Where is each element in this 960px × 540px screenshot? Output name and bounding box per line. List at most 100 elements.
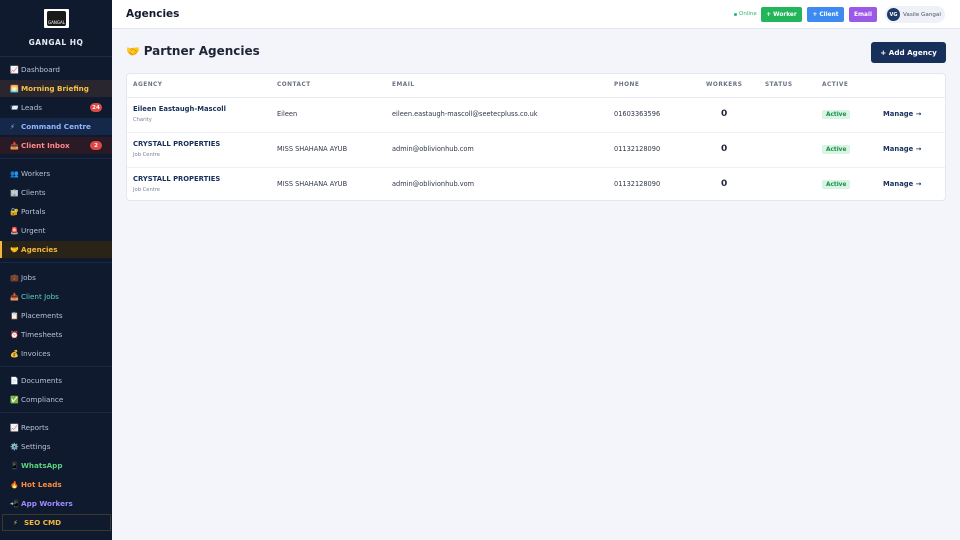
- column-header-workers: WORKERS: [706, 82, 743, 88]
- sidebar-item-documents[interactable]: 📄 Documents: [0, 372, 112, 389]
- sidebar-item-portals[interactable]: 🔐 Portals: [0, 203, 112, 220]
- sidebar-item-jobs[interactable]: 💼 Jobs: [0, 269, 112, 286]
- sidebar-item-label: Timesheets: [21, 330, 63, 339]
- sunrise-icon: 🌅: [10, 84, 19, 93]
- brand-name: GANGAL HQ: [28, 38, 84, 47]
- add-client-button[interactable]: + Client: [807, 7, 844, 22]
- sidebar-item-label: Portals: [21, 207, 46, 216]
- sidebar-item-workers[interactable]: 👥 Workers: [0, 165, 112, 182]
- manage-link[interactable]: Manage →: [883, 145, 921, 153]
- phone-icon: 📱: [10, 461, 19, 470]
- table-row: CRYSTALL PROPERTIES Job Centre MISS SHAH…: [127, 133, 945, 168]
- workers-count: 0: [721, 144, 728, 154]
- sidebar-item-label: Morning Briefing: [21, 84, 89, 93]
- page-title: Agencies: [126, 8, 180, 20]
- sidebar-item-label: Documents: [21, 376, 62, 385]
- agency-name[interactable]: CRYSTALL PROPERTIES: [133, 140, 220, 148]
- sidebar-item-label: Leads: [21, 103, 43, 112]
- manage-link[interactable]: Manage →: [883, 180, 921, 188]
- inbox-count-badge: 2: [90, 141, 102, 150]
- sidebar-item-seo-cmd[interactable]: ⚡ SEO CMD: [2, 514, 111, 531]
- sidebar-item-label: Workers: [21, 169, 51, 178]
- fire-icon: 🔥: [10, 480, 19, 489]
- document-icon: 📄: [10, 376, 19, 385]
- section-title: 🤝 Partner Agencies: [126, 44, 260, 58]
- sidebar-item-invoices[interactable]: 💰 Invoices: [0, 345, 112, 362]
- section-title-text: Partner Agencies: [143, 44, 260, 58]
- inbox-icon: 📥: [10, 292, 19, 301]
- status-label: Online: [739, 11, 757, 17]
- column-header-email: EMAIL: [392, 82, 415, 88]
- sidebar-item-label: Urgent: [21, 226, 46, 235]
- envelope-icon: 📨: [10, 103, 19, 112]
- lightning-icon: ⚡: [10, 122, 15, 131]
- sidebar-item-label: Settings: [21, 442, 51, 451]
- sidebar-item-placements[interactable]: 📋 Placements: [0, 307, 112, 324]
- sidebar-item-whatsapp[interactable]: 📱 WhatsApp: [0, 457, 112, 474]
- sidebar-item-urgent[interactable]: 🚨 Urgent: [0, 222, 112, 239]
- manage-link[interactable]: Manage →: [883, 110, 921, 118]
- logo-text: GANGAL: [48, 20, 65, 25]
- agency-type: Job Centre: [133, 187, 160, 193]
- sidebar-item-label: WhatsApp: [21, 461, 63, 470]
- sidebar-item-client-jobs[interactable]: 📥 Client Jobs: [0, 288, 112, 305]
- siren-icon: 🚨: [10, 226, 19, 235]
- sidebar-item-label: Dashboard: [21, 65, 60, 74]
- column-header-contact: CONTACT: [277, 82, 311, 88]
- sidebar-item-label: Command Centre: [21, 122, 91, 131]
- column-header-agency: AGENCY: [133, 82, 163, 88]
- sidebar-item-command-centre[interactable]: ⚡ Command Centre: [0, 118, 112, 135]
- sidebar-item-clients[interactable]: 🏢 Clients: [0, 184, 112, 201]
- sidebar-item-app-workers[interactable]: 📲 App Workers: [0, 495, 112, 512]
- agency-name[interactable]: Eileen Eastaugh-Mascoll: [133, 105, 226, 113]
- status-badge: Active: [822, 180, 851, 189]
- clipboard-icon: 📋: [10, 311, 19, 320]
- lock-icon: 🔐: [10, 207, 19, 216]
- email-address: admin@oblivionhub.com: [392, 145, 474, 153]
- logo-mark: GANGAL: [47, 11, 66, 26]
- leads-count-badge: 24: [90, 103, 102, 112]
- mobile-arrow-icon: 📲: [10, 499, 19, 508]
- status-badge: Active: [822, 145, 851, 154]
- phone-number: 01603363596: [614, 110, 661, 118]
- sidebar-item-hot-leads[interactable]: 🔥 Hot Leads: [0, 476, 112, 493]
- agencies-table: AGENCY CONTACT EMAIL PHONE WORKERS STATU…: [126, 73, 946, 201]
- add-agency-button[interactable]: + Add Agency: [871, 42, 946, 63]
- agency-type: Job Centre: [133, 152, 160, 158]
- sidebar-item-label: Compliance: [21, 395, 64, 404]
- people-icon: 👥: [10, 169, 19, 178]
- sidebar-item-settings[interactable]: ⚙️ Settings: [0, 438, 112, 455]
- check-icon: ✅: [10, 395, 19, 404]
- add-worker-button[interactable]: + Worker: [761, 7, 802, 22]
- money-bag-icon: 💰: [10, 349, 19, 358]
- contact-name: MISS SHAHANA AYUB: [277, 145, 348, 153]
- agency-name[interactable]: CRYSTALL PROPERTIES: [133, 175, 220, 183]
- sidebar-item-client-inbox[interactable]: 📥 Client Inbox 2: [0, 137, 112, 154]
- email-button[interactable]: Email: [849, 7, 877, 22]
- sidebar-item-reports[interactable]: 📈 Reports: [0, 419, 112, 436]
- sidebar-item-leads[interactable]: 📨 Leads 24: [0, 99, 112, 116]
- divider: [0, 158, 112, 159]
- divider: [0, 366, 112, 367]
- divider: [0, 262, 112, 263]
- sidebar-item-timesheets[interactable]: ⏰ Timesheets: [0, 326, 112, 343]
- column-header-status: STATUS: [765, 82, 793, 88]
- table-row: Eileen Eastaugh-Mascoll Charity Eileen e…: [127, 98, 945, 133]
- sidebar-item-label: Hot Leads: [21, 480, 62, 489]
- sidebar-item-agencies[interactable]: 🤝 Agencies: [0, 241, 112, 258]
- sidebar-item-label: SEO CMD: [24, 518, 62, 527]
- email-address: admin@oblivionhub.vom: [392, 180, 475, 188]
- sidebar-item-morning-briefing[interactable]: 🌅 Morning Briefing: [0, 80, 112, 97]
- phone-number: 01132128090: [614, 145, 661, 153]
- brand-logo[interactable]: GANGAL: [44, 9, 69, 28]
- sidebar-item-compliance[interactable]: ✅ Compliance: [0, 391, 112, 408]
- contact-name: MISS SHAHANA AYUB: [277, 180, 348, 188]
- sidebar-item-label: Placements: [21, 311, 63, 320]
- chart-icon: 📈: [10, 65, 19, 74]
- user-menu[interactable]: VG Vasile Gangal: [885, 6, 945, 23]
- divider: [0, 412, 112, 413]
- sidebar: GANGAL GANGAL HQ 📈 Dashboard 🌅 Morning Bri…: [0, 0, 112, 540]
- chart-icon: 📈: [10, 423, 19, 432]
- avatar: VG: [887, 8, 900, 21]
- sidebar-item-dashboard[interactable]: 📈 Dashboard: [0, 61, 112, 78]
